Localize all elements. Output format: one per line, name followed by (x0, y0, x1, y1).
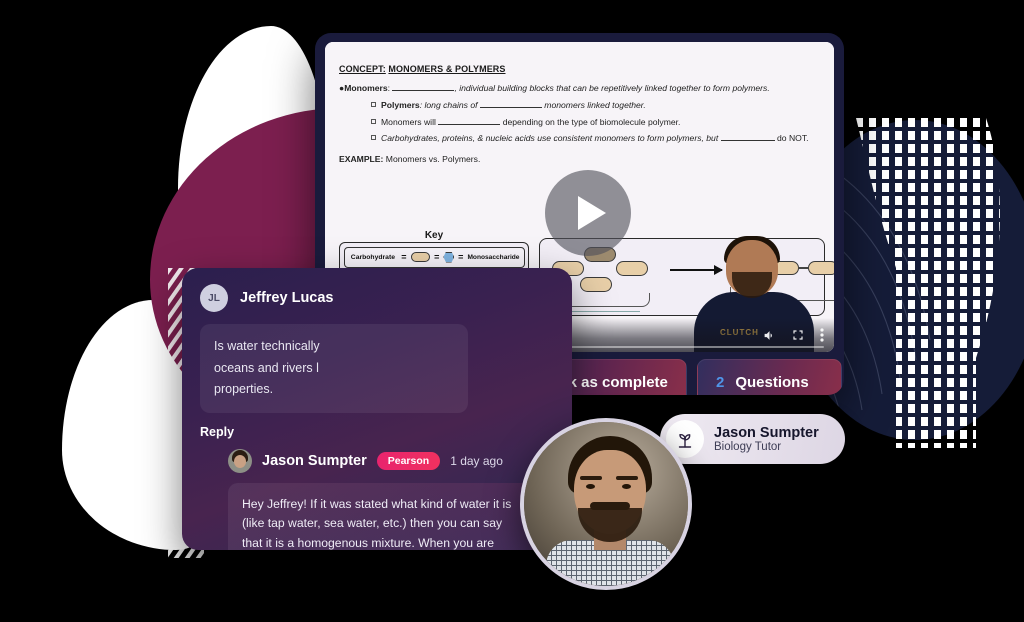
tutor-name: Jason Sumpter (714, 424, 819, 441)
slide-sub2-tail: depending on the type of biomolecule pol… (502, 116, 681, 127)
comment-header: JL Jeffrey Lucas (200, 284, 554, 312)
slide-sub-carbohydrates: Carbohydrates, proteins, & nucleic acids… (339, 130, 820, 147)
hexagon-icon (443, 251, 455, 263)
comment-thread-card: JL Jeffrey Lucas Is water technically oc… (182, 268, 572, 550)
tutor-role: Biology Tutor (714, 441, 782, 454)
slide-sub3-text: Carbohydrates, proteins, & nucleic acids… (381, 133, 719, 144)
slide-polymers-label: Polymers (381, 99, 420, 110)
play-icon (577, 196, 606, 230)
slide-sub3-tail: do NOT. (777, 133, 809, 144)
reply-item: Jason Sumpter Pearson 1 day ago Hey Jeff… (200, 448, 554, 550)
volume-icon[interactable] (763, 329, 776, 342)
status-badge: Pearson (376, 451, 441, 470)
slide-sub-monomers-will: Monomers will depending on the type of b… (339, 114, 820, 131)
comment-author-name: Jeffrey Lucas (240, 290, 334, 306)
slide-blank-1 (392, 82, 455, 91)
key-row-monomer: Monosaccharide (467, 253, 520, 261)
questions-button-label: Questions (735, 373, 809, 391)
comment-line: properties. (214, 382, 274, 396)
slide-concept-heading: CONCEPT: MONOMERS & POLYMERS (339, 64, 820, 74)
avatar-face (234, 454, 246, 468)
slide-example-label: EXAMPLE: (339, 154, 384, 164)
equals-sign: = (434, 252, 440, 262)
equals-sign: = (458, 252, 464, 262)
monomer-unit (580, 277, 612, 292)
photo-eye (622, 484, 631, 489)
slide-example-text: Monomers vs. Polymers. (385, 154, 481, 164)
questions-count: 2 (716, 373, 725, 391)
screenshot-root: CONCEPT: MONOMERS & POLYMERS ●Monomers: … (0, 0, 1024, 622)
dot-grid-pattern-right (856, 118, 1000, 448)
slide-blank-2 (479, 99, 542, 108)
tutor-avatar-photo (520, 418, 692, 590)
photo-brow (616, 476, 638, 480)
comment-line: Is water technically (214, 339, 320, 353)
avatar (228, 448, 252, 473)
slide-polymers-tail: monomers linked together. (544, 99, 646, 110)
key-row: Carbohydrate = = = Monosaccharide (343, 246, 525, 268)
slide-monomers-text: , individual building blocks that can be… (454, 83, 770, 93)
comment-line: oceans and rivers l (214, 360, 319, 375)
equals-sign: = (401, 252, 407, 262)
monomer-pill-icon (410, 252, 431, 262)
avatar: JL (200, 284, 228, 312)
slide-blank-4 (720, 132, 775, 142)
reply-timestamp: 1 day ago (450, 453, 503, 468)
reply-link[interactable]: Reply (200, 425, 554, 439)
play-button-overlay[interactable] (545, 170, 631, 256)
checkbox-icon (371, 101, 376, 107)
slide-sub2-text: Monomers will (381, 116, 436, 127)
reply-author-name: Jason Sumpter (262, 452, 367, 469)
fullscreen-icon[interactable] (792, 329, 804, 341)
key-row-name: Carbohydrate (350, 253, 395, 261)
photo-brow (580, 476, 602, 480)
comment-body: Is water technically oceans and rivers l… (200, 324, 468, 413)
slide-concept-title: MONOMERS & POLYMERS (388, 64, 506, 74)
reply-body: Hey Jeffrey! If it was stated what kind … (228, 482, 538, 550)
reply-header: Jason Sumpter Pearson 1 day ago (228, 448, 554, 473)
slide-blank-3 (438, 116, 501, 125)
questions-button[interactable]: 2 Questions (697, 359, 842, 395)
more-vertical-icon[interactable] (820, 328, 824, 342)
monomer-unit (616, 261, 648, 276)
photo-eye (586, 484, 595, 489)
photo-moustache (590, 502, 630, 510)
slide-bullet-monomers: ●Monomers: , individual building blocks … (339, 82, 770, 93)
tutor-text-group: Jason Sumpter Biology Tutor (714, 425, 819, 454)
checkbox-icon (371, 118, 376, 124)
slide-polymers-text: : long chains of (419, 99, 478, 110)
key-title: Key (424, 230, 444, 241)
slide-example-line: EXAMPLE: Monomers vs. Polymers. (339, 151, 820, 168)
slide-monomers-label: Monomers (344, 83, 388, 93)
checkbox-icon (371, 135, 376, 141)
monomer-label-blank (562, 311, 640, 312)
slide-concept-label: CONCEPT: (339, 64, 386, 74)
slide-sub-polymers: Polymers: long chains of monomers linked… (339, 97, 820, 114)
